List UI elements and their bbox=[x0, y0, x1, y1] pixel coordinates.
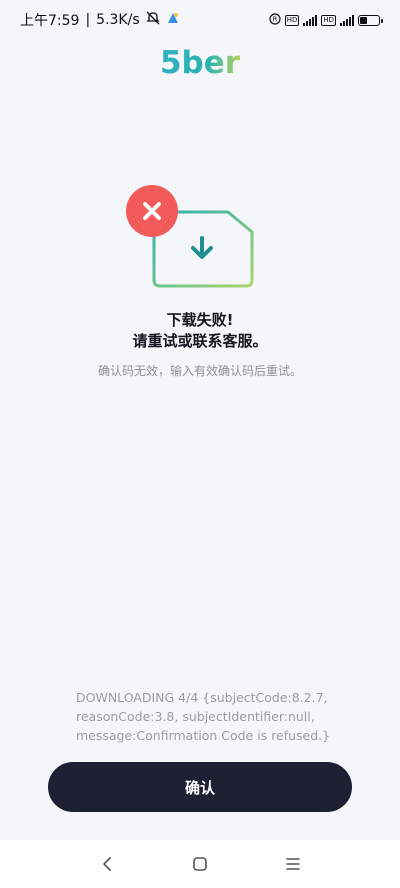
battery-icon bbox=[358, 14, 383, 26]
svg-text:R: R bbox=[272, 15, 277, 23]
system-nav-bar bbox=[0, 840, 400, 888]
page-title: 下载失败! 请重试或联系客服。 bbox=[0, 310, 400, 352]
download-failed-illustration bbox=[124, 184, 258, 292]
close-icon bbox=[126, 185, 178, 237]
status-divider: | bbox=[85, 12, 91, 28]
hd-badge-icon: HD bbox=[321, 14, 336, 26]
status-time: 上午7:59 bbox=[20, 13, 80, 29]
status-bar: 上午7:59 | 5.3K/s R HD HD bbox=[0, 0, 400, 40]
arrow-down-icon bbox=[191, 236, 213, 259]
status-right: R HD HD bbox=[269, 12, 383, 28]
hd-badge-icon: HD bbox=[284, 14, 300, 26]
svg-text:5ber: 5ber bbox=[160, 45, 241, 80]
back-icon[interactable] bbox=[92, 849, 122, 879]
error-detail-text: DOWNLOADING 4/4 {subjectCode:8.2.7, reas… bbox=[76, 690, 331, 743]
app-logo: 5ber bbox=[0, 44, 400, 84]
status-left: 上午7:59 | 5.3K/s bbox=[20, 10, 180, 30]
logo-wordmark: 5ber bbox=[160, 45, 241, 81]
mute-icon bbox=[146, 11, 160, 29]
battery-level bbox=[360, 16, 367, 24]
app-notification-icon bbox=[166, 11, 180, 29]
title-line-2: 请重试或联系客服。 bbox=[132, 332, 268, 350]
error-subtitle: 确认码无效，输入有效确认码后重试。 bbox=[97, 364, 302, 378]
confirm-button[interactable]: 确认 bbox=[48, 762, 352, 812]
title-line-1: 下载失败! bbox=[166, 311, 234, 329]
signal-5g-icon bbox=[340, 14, 354, 26]
network-speed: 5.3K/s bbox=[96, 12, 140, 28]
home-icon[interactable] bbox=[185, 849, 215, 879]
registered-icon: R bbox=[269, 12, 281, 28]
menu-icon[interactable] bbox=[278, 849, 308, 879]
signal-4g-icon bbox=[303, 14, 318, 26]
